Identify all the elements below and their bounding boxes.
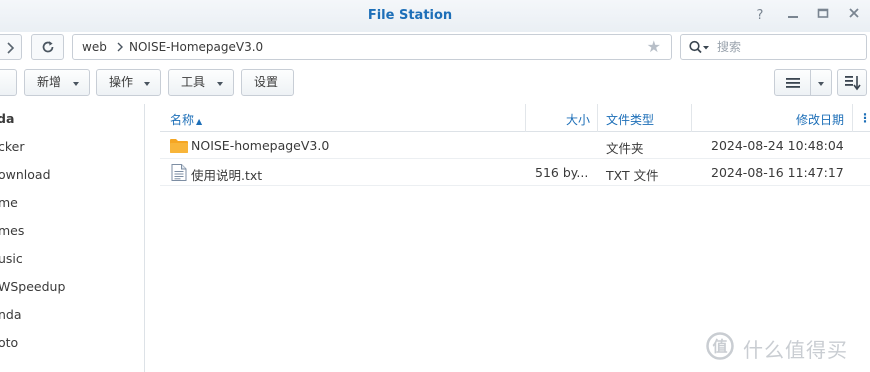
file-type: 文件夹: [606, 141, 644, 156]
file-modified: 2024-08-16 11:47:17: [711, 165, 844, 180]
file-size: 516 by...: [535, 165, 589, 180]
search-input[interactable]: [717, 38, 857, 56]
close-icon[interactable]: [845, 7, 863, 25]
create-button[interactable]: 新增: [24, 69, 90, 96]
list-view-icon: [786, 78, 800, 88]
refresh-button[interactable]: [31, 34, 64, 60]
chevron-down-icon[interactable]: [818, 82, 824, 86]
file-name[interactable]: NOISE-homepageV3.0: [191, 138, 329, 153]
folder-icon: [170, 139, 188, 153]
sidebar-item-panda[interactable]: nda: [0, 307, 22, 322]
button-divider: [810, 70, 811, 95]
table-row[interactable]: 使用说明.txt 516 by... TXT 文件 2024-08-16 11:…: [160, 159, 870, 186]
toolbar: 新增 操作 工具 设置: [0, 66, 870, 100]
action-button-label: 操作: [109, 75, 134, 89]
minimize-icon[interactable]: [784, 7, 802, 25]
file-modified: 2024-08-24 10:48:04: [711, 138, 844, 153]
column-divider[interactable]: [597, 104, 598, 132]
column-divider[interactable]: [852, 104, 853, 132]
window-title: File Station: [367, 8, 453, 23]
breadcrumb-separator-icon: [117, 42, 123, 52]
column-options-icon[interactable]: ⋮: [859, 111, 870, 125]
table-header: 名称 ▲ 大小 文件类型 修改日期 ⋮: [160, 104, 870, 132]
help-icon[interactable]: ?: [751, 7, 769, 25]
action-button[interactable]: 操作: [96, 69, 161, 96]
breadcrumb-item-folder[interactable]: NOISE-HomepageV3.0: [129, 40, 263, 54]
search-icon[interactable]: [688, 40, 710, 56]
column-header-size[interactable]: 大小: [566, 111, 590, 128]
watermark: 值 什么值得买: [703, 331, 863, 362]
text-file-icon: [171, 164, 187, 181]
sidebar-item-music[interactable]: usic: [0, 251, 23, 266]
file-type: TXT 文件: [606, 168, 659, 183]
back-toolbar-button[interactable]: [0, 69, 17, 96]
navigation-bar: web NOISE-HomepageV3.0 ★: [0, 32, 870, 62]
sidebar: da cker ownload me mes usic WSpeedup nda…: [0, 104, 145, 372]
column-header-modified[interactable]: 修改日期: [796, 111, 844, 128]
settings-button[interactable]: 设置: [241, 69, 294, 96]
sidebar-item-games[interactable]: mes: [0, 223, 24, 238]
create-button-label: 新增: [37, 75, 62, 89]
settings-button-label: 设置: [254, 75, 279, 89]
chevron-down-icon: [217, 82, 223, 86]
sidebar-item-nwspeedup[interactable]: WSpeedup: [0, 279, 65, 294]
chevron-right-icon: [7, 42, 15, 54]
watermark-text: 什么值得买: [743, 338, 848, 362]
svg-text:值: 值: [712, 338, 727, 356]
tools-button[interactable]: 工具: [168, 69, 234, 96]
column-header-type[interactable]: 文件类型: [606, 111, 654, 128]
title-bar: File Station ?: [0, 0, 870, 32]
table-row[interactable]: NOISE-homepageV3.0 文件夹 2024-08-24 10:48:…: [160, 132, 870, 159]
column-divider[interactable]: [691, 104, 692, 132]
file-name[interactable]: 使用说明.txt: [191, 165, 262, 184]
sidebar-item-photo[interactable]: oto: [0, 335, 18, 350]
forward-button[interactable]: [0, 34, 22, 60]
chevron-down-icon: [144, 82, 150, 86]
sort-button[interactable]: [837, 69, 867, 96]
watermark-logo-icon: 值: [706, 332, 734, 360]
sidebar-item-home[interactable]: me: [0, 195, 18, 210]
sidebar-root[interactable]: da: [0, 111, 14, 126]
search-box[interactable]: [680, 34, 867, 60]
refresh-icon: [42, 41, 54, 53]
sidebar-item-docker[interactable]: cker: [0, 139, 25, 154]
sort-icon: [845, 76, 861, 91]
tools-button-label: 工具: [181, 75, 206, 89]
star-icon[interactable]: ★: [647, 37, 661, 56]
view-mode-button[interactable]: [774, 69, 832, 96]
breadcrumb-item-web[interactable]: web: [82, 40, 107, 54]
sidebar-item-download[interactable]: ownload: [0, 167, 51, 182]
sort-ascending-icon: ▲: [196, 117, 203, 126]
maximize-icon[interactable]: [814, 7, 832, 25]
column-header-name[interactable]: 名称 ▲: [170, 111, 202, 128]
path-bar[interactable]: web NOISE-HomepageV3.0 ★: [72, 34, 672, 60]
column-divider[interactable]: [525, 104, 526, 132]
chevron-down-icon: [73, 82, 79, 86]
